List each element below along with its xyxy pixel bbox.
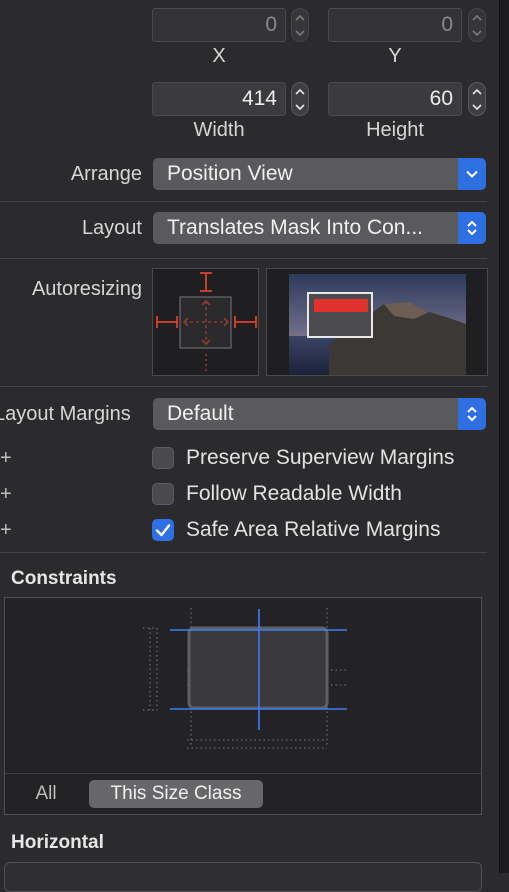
chevron-down-icon[interactable] xyxy=(458,158,486,190)
arrange-label: Arrange xyxy=(70,163,142,185)
chevron-up-icon[interactable] xyxy=(292,83,308,99)
chevron-up-icon[interactable] xyxy=(469,9,485,25)
chevron-up-icon[interactable] xyxy=(292,9,308,25)
divider xyxy=(0,552,487,553)
width-label: Width xyxy=(193,119,245,141)
chevron-up-icon[interactable] xyxy=(469,83,485,99)
layout-label: Layout xyxy=(81,217,142,239)
constraints-title: Constraints xyxy=(11,568,117,589)
preserve-superview-margins-label: Preserve Superview Margins xyxy=(186,446,455,469)
panel-divider xyxy=(499,0,500,873)
follow-readable-width-checkbox[interactable] xyxy=(152,483,174,505)
horizontal-title: Horizontal xyxy=(11,832,104,853)
plus-icon[interactable]: + xyxy=(0,484,12,504)
left-strut[interactable] xyxy=(156,316,178,328)
safe-area-relative-margins-label: Safe Area Relative Margins xyxy=(186,518,441,541)
subview-preview xyxy=(314,299,368,312)
chevron-down-icon[interactable] xyxy=(292,99,308,115)
panel-edge xyxy=(500,0,509,873)
x-field[interactable]: 0 xyxy=(152,8,286,42)
horizontal-panel xyxy=(4,862,482,892)
y-field[interactable]: 0 xyxy=(328,8,462,42)
wallpaper-image xyxy=(289,274,466,375)
segment-all[interactable]: All xyxy=(25,780,67,808)
safe-area-relative-margins-checkbox[interactable] xyxy=(152,519,174,541)
layout-margins-popup[interactable]: Default xyxy=(153,398,486,430)
layout-margins-label: Layout Margins xyxy=(0,403,131,425)
divider xyxy=(0,258,487,259)
layout-value: Translates Mask Into Con... xyxy=(167,216,423,239)
arrange-popup[interactable]: Position View xyxy=(153,158,486,190)
constraints-panel: All This Size Class xyxy=(4,597,482,815)
chevron-down-icon[interactable] xyxy=(469,25,485,41)
follow-readable-width-label: Follow Readable Width xyxy=(186,482,402,505)
plus-icon[interactable]: + xyxy=(0,520,12,540)
segment-this-size-class[interactable]: This Size Class xyxy=(89,780,263,808)
arrange-value: Position View xyxy=(167,162,293,185)
x-label: X xyxy=(212,45,226,67)
right-strut[interactable] xyxy=(234,316,257,328)
height-stepper[interactable] xyxy=(468,82,486,116)
x-stepper[interactable] xyxy=(291,8,309,42)
plus-icon[interactable]: + xyxy=(0,448,12,468)
chevron-updown-icon[interactable] xyxy=(458,398,486,430)
width-stepper[interactable] xyxy=(291,82,309,116)
y-stepper[interactable] xyxy=(468,8,486,42)
autoresizing-mask-editor[interactable] xyxy=(152,268,259,376)
autoresizing-label: Autoresizing xyxy=(31,278,142,300)
chevron-down-icon[interactable] xyxy=(469,99,485,115)
divider xyxy=(5,773,481,774)
height-field[interactable]: 60 xyxy=(328,82,462,116)
chevron-updown-icon[interactable] xyxy=(458,212,486,244)
divider xyxy=(0,201,487,202)
width-field[interactable]: 414 xyxy=(152,82,286,116)
autoresizing-preview xyxy=(266,268,488,376)
view-frame-preview xyxy=(307,292,373,338)
y-label: Y xyxy=(388,45,402,67)
chevron-down-icon[interactable] xyxy=(292,25,308,41)
layout-margins-value: Default xyxy=(167,402,234,425)
constraints-diagram[interactable] xyxy=(5,598,481,774)
height-label: Height xyxy=(366,119,424,141)
divider xyxy=(0,386,487,387)
preserve-superview-margins-checkbox[interactable] xyxy=(152,447,174,469)
checkmark-icon xyxy=(155,524,171,537)
top-strut[interactable] xyxy=(200,272,212,292)
layout-popup[interactable]: Translates Mask Into Con... xyxy=(153,212,486,244)
